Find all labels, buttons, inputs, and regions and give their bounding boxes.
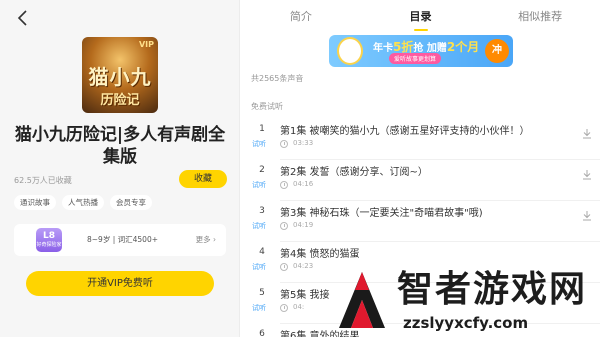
download-icon[interactable] bbox=[582, 128, 592, 139]
level-description: 8~9岁 | 词汇4500+ bbox=[87, 235, 158, 244]
watermark: 智者游戏网 zzslyyxcfy.com bbox=[325, 268, 600, 337]
watermark-title: 智者游戏网 bbox=[397, 269, 588, 310]
episode-number: 1 bbox=[259, 124, 265, 134]
episode-duration: 03:33 bbox=[293, 139, 314, 147]
level-badge: L8 好奇探险家 bbox=[36, 228, 62, 252]
episode-row[interactable]: 2 试听 第2集 发誓（感谢分享、订阅~） 04:16 bbox=[241, 160, 600, 201]
episode-title: 第5集 我接 bbox=[280, 290, 330, 301]
promo-prefix: 年卡 bbox=[373, 43, 393, 54]
trial-tag: 试听 bbox=[252, 304, 266, 312]
episode-duration: 04:19 bbox=[293, 221, 314, 229]
trial-tag: 试听 bbox=[252, 263, 266, 271]
trial-tag: 试听 bbox=[252, 222, 266, 230]
episode-number: 4 bbox=[259, 247, 265, 257]
clock-icon bbox=[280, 263, 288, 271]
tag-item[interactable]: 会员专享 bbox=[110, 195, 152, 210]
episode-duration: 04: bbox=[293, 303, 305, 311]
trial-section-label: 免费试听 bbox=[251, 102, 283, 111]
tab-bar: 简介 目录 相似推荐 bbox=[241, 0, 600, 34]
collect-count: 62.5万人已收藏 bbox=[14, 176, 72, 185]
tab-catalog[interactable]: 目录 bbox=[361, 0, 481, 34]
book-title: 猫小九历险记|多人有声剧全集版 bbox=[14, 125, 226, 167]
collect-button[interactable]: 收藏 bbox=[179, 170, 227, 188]
tag-list: 通识故事 人气热播 会员专享 bbox=[14, 195, 152, 210]
cover-title-line1: 猫小九 bbox=[88, 65, 152, 89]
episode-row[interactable]: 3 试听 第3集 神秘石珠（一定要关注"奇喵君故事"哦) 04:19 bbox=[241, 201, 600, 242]
level-card[interactable]: L8 好奇探险家 8~9岁 | 词汇4500+ 更多 › bbox=[14, 224, 226, 256]
clock-icon bbox=[280, 140, 288, 148]
episode-number: 2 bbox=[259, 165, 265, 175]
tab-similar[interactable]: 相似推荐 bbox=[480, 0, 600, 34]
tab-intro[interactable]: 简介 bbox=[241, 0, 361, 34]
book-detail-panel: VIP 猫小九 历险记 猫小九历险记|多人有声剧全集版 62.5万人已收藏 收藏… bbox=[0, 0, 240, 337]
episode-title: 第1集 被嘲笑的猫小九（感谢五星好评支持的小伙伴！） bbox=[280, 126, 530, 137]
clock-icon bbox=[280, 222, 288, 230]
download-icon[interactable] bbox=[582, 169, 592, 180]
tag-item[interactable]: 人气热播 bbox=[62, 195, 104, 210]
open-vip-button[interactable]: 开通VIP免费听 bbox=[26, 271, 214, 296]
episode-duration: 04:23 bbox=[293, 262, 314, 270]
watermark-url: zzslyyxcfy.com bbox=[403, 314, 529, 332]
promo-highlight1: 5折 bbox=[393, 40, 414, 54]
watermark-logo-icon bbox=[339, 272, 385, 328]
promo-rush-button[interactable]: 冲 bbox=[485, 39, 509, 63]
book-cover-image: VIP 猫小九 历险记 bbox=[82, 37, 158, 113]
clock-icon bbox=[280, 304, 288, 312]
level-badge-sub: 好奇探险家 bbox=[36, 242, 62, 248]
back-arrow-icon[interactable] bbox=[16, 10, 30, 26]
cover-title-line2: 历险记 bbox=[100, 93, 140, 108]
mascot-icon bbox=[337, 37, 363, 65]
clock-icon bbox=[280, 181, 288, 189]
level-badge-label: L8 bbox=[43, 231, 55, 241]
trial-tag: 试听 bbox=[252, 181, 266, 189]
download-icon[interactable] bbox=[582, 210, 592, 221]
episode-row[interactable]: 1 试听 第1集 被嘲笑的猫小九（感谢五星好评支持的小伙伴！） 03:33 bbox=[241, 119, 600, 160]
episode-number: 3 bbox=[259, 206, 265, 216]
trial-tag: 试听 bbox=[252, 140, 266, 148]
episode-title: 第2集 发誓（感谢分享、订阅~） bbox=[280, 167, 428, 178]
episode-duration: 04:16 bbox=[293, 180, 314, 188]
tag-item[interactable]: 通识故事 bbox=[14, 195, 56, 210]
episode-title: 第3集 神秘石珠（一定要关注"奇喵君故事"哦) bbox=[280, 208, 483, 219]
level-more-link[interactable]: 更多 › bbox=[196, 234, 216, 245]
promo-banner[interactable]: 年卡5折抢 加赠2个月 爱听故事更划算 冲 bbox=[329, 35, 513, 67]
episode-total: 共2565条声音 bbox=[251, 74, 304, 83]
episode-number: 6 bbox=[259, 329, 265, 337]
promo-subtext: 爱听故事更划算 bbox=[389, 53, 442, 64]
episode-number: 5 bbox=[259, 288, 265, 298]
episode-title: 第4集 愤怒的猫蛋 bbox=[280, 249, 360, 260]
cover-vip-label: VIP bbox=[138, 40, 154, 49]
promo-highlight2: 2个月 bbox=[446, 40, 480, 54]
